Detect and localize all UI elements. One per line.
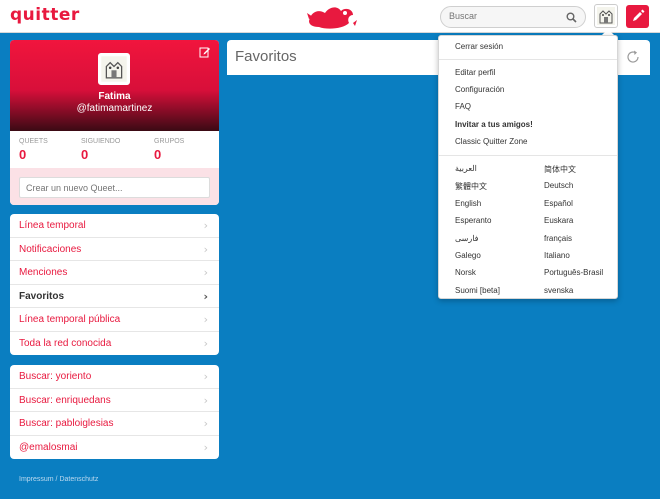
language-option-pt-br[interactable]: Português-Brasil [544, 268, 603, 277]
user-dropdown-menu: Cerrar sesión Editar perfil Configuració… [438, 35, 618, 299]
menu-item-logout[interactable]: Cerrar sesión [455, 42, 503, 51]
footer-links[interactable]: Impressum / Datenschutz [19, 476, 98, 483]
menu-item-edit-profile[interactable]: Editar perfil [455, 68, 495, 77]
saved-search-item[interactable]: @emalosmai › [10, 436, 219, 460]
nav-item-label: Menciones [19, 267, 68, 278]
menu-item-settings[interactable]: Configuración [455, 85, 504, 94]
profile-name[interactable]: Fatima [10, 91, 219, 102]
saved-search-label: @emalosmai [19, 441, 78, 453]
nav-item-label: Línea temporal [19, 220, 86, 231]
language-option-es[interactable]: Español [544, 199, 573, 208]
chevron-right-icon: › [203, 417, 208, 430]
compose-queet-input[interactable] [19, 177, 210, 198]
chevron-right-icon: › [203, 313, 208, 326]
avatar-menu-button[interactable] [594, 4, 618, 28]
stat-label: SIGUIENDO [81, 138, 121, 145]
nav-item-label: Favoritos [19, 290, 65, 302]
language-option-it[interactable]: Italiano [544, 251, 570, 260]
nav-item-timeline[interactable]: Línea temporal › [10, 214, 219, 238]
nav-item-notifications[interactable]: Notificaciones › [10, 238, 219, 261]
language-option-eu[interactable]: Euskara [544, 216, 573, 225]
stat-value: 0 [81, 147, 89, 162]
language-option-eo[interactable]: Esperanto [455, 216, 491, 225]
avatar [597, 7, 615, 25]
stat-label: GRUPOS [154, 138, 185, 145]
compose-button[interactable] [626, 5, 649, 28]
saved-search-label: Buscar: pabloiglesias [19, 418, 114, 429]
language-option-no[interactable]: Norsk [455, 268, 476, 277]
chevron-right-icon: › [203, 393, 208, 407]
profile-card: Fatima @fatimamartinez QUEETS 0 SIGUIEND… [10, 40, 219, 205]
language-option-de[interactable]: Deutsch [544, 181, 573, 190]
chevron-right-icon: › [203, 370, 208, 383]
stat-groups[interactable]: GRUPOS 0 [154, 138, 184, 162]
stat-value: 0 [154, 147, 162, 162]
compose-area [10, 168, 219, 205]
chevron-right-icon: › [203, 440, 208, 454]
nav-item-label: Línea temporal pública [19, 314, 121, 325]
saved-search-label: Buscar: enriquedans [19, 394, 111, 406]
compose-icon [633, 9, 645, 21]
language-option-ar[interactable]: العربية [455, 164, 477, 173]
search-box[interactable] [440, 6, 586, 28]
top-bar: quitter [0, 0, 660, 33]
nav-item-public-timeline[interactable]: Línea temporal pública › [10, 308, 219, 332]
menu-item-faq[interactable]: FAQ [455, 102, 471, 111]
language-option-sv[interactable]: svenska [544, 286, 573, 295]
main-nav: Línea temporal › Notificaciones › Mencio… [10, 214, 219, 355]
bird-logo-icon[interactable] [305, 3, 357, 31]
nav-item-mentions[interactable]: Menciones › [10, 261, 219, 285]
language-option-en[interactable]: English [455, 199, 481, 208]
stat-label: QUEETS [19, 138, 48, 145]
reload-icon[interactable] [624, 48, 642, 66]
language-option-gl[interactable]: Galego [455, 251, 481, 260]
quitter-logo[interactable]: quitter [10, 5, 80, 25]
saved-search-item[interactable]: Buscar: pabloiglesias › [10, 412, 219, 436]
avatar [101, 56, 127, 82]
chevron-right-icon: › [203, 242, 208, 256]
nav-item-label: Notificaciones [19, 243, 82, 255]
divider [439, 155, 617, 156]
menu-item-classic-zone[interactable]: Classic Quitter Zone [455, 137, 527, 146]
profile-avatar[interactable] [98, 53, 130, 85]
divider [439, 59, 617, 60]
chevron-right-icon: › [203, 336, 208, 350]
chevron-right-icon: › [203, 289, 208, 303]
stat-value: 0 [19, 147, 27, 162]
search-icon[interactable] [566, 12, 577, 23]
edit-icon[interactable] [199, 46, 211, 58]
stat-queets[interactable]: QUEETS 0 [19, 138, 48, 162]
nav-item-whole-network[interactable]: Toda la red conocida › [10, 332, 219, 356]
nav-item-label: Toda la red conocida [19, 337, 112, 349]
stat-following[interactable]: SIGUIENDO 0 [81, 138, 120, 162]
profile-header: Fatima @fatimamartinez [10, 40, 219, 131]
saved-search-label: Buscar: yoriento [19, 371, 92, 382]
nav-item-favorites[interactable]: Favoritos › [10, 285, 219, 308]
language-option-fa[interactable]: فارسی [455, 234, 479, 243]
language-option-fi[interactable]: Suomi [beta] [455, 286, 500, 295]
language-option-fr[interactable]: français [544, 234, 572, 243]
chevron-right-icon: › [203, 266, 208, 279]
menu-item-invite[interactable]: Invitar a tus amigos! [455, 120, 533, 129]
saved-search-item[interactable]: Buscar: enriquedans › [10, 389, 219, 412]
search-input[interactable] [449, 11, 559, 21]
chevron-right-icon: › [203, 219, 208, 232]
language-option-zh-cn[interactable]: 简体中文 [544, 164, 576, 175]
page-title: Favoritos [235, 48, 297, 65]
language-option-zh-tw[interactable]: 繁體中文 [455, 181, 487, 192]
saved-search-item[interactable]: Buscar: yoriento › [10, 365, 219, 389]
profile-handle[interactable]: @fatimamartinez [10, 103, 219, 114]
saved-searches: Buscar: yoriento › Buscar: enriquedans ›… [10, 365, 219, 459]
